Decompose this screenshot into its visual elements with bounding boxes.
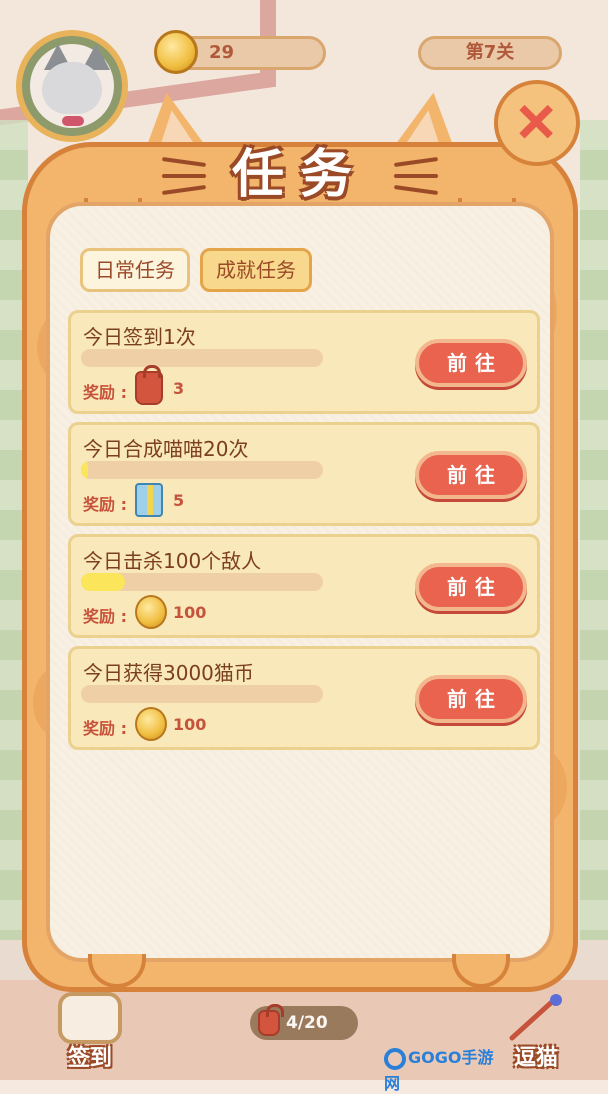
tab-label: 成就任务 bbox=[216, 258, 296, 282]
reward-value: 100 bbox=[173, 715, 207, 734]
task-progress-bar bbox=[81, 349, 323, 367]
level-label: 第7关 bbox=[465, 42, 515, 63]
tease-cat-label: 逗猫 bbox=[513, 1046, 558, 1071]
level-indicator: 第7关 bbox=[418, 36, 562, 70]
task-progress-bar bbox=[81, 685, 323, 703]
watermark-logo-icon bbox=[384, 1047, 406, 1070]
coin-icon bbox=[135, 707, 167, 741]
bag-icon bbox=[135, 365, 163, 405]
go-button[interactable]: 前往 bbox=[415, 339, 527, 387]
reward-label: 奖励 : bbox=[83, 719, 127, 738]
tab-achievement-tasks[interactable]: 成就任务 bbox=[200, 248, 312, 292]
coin-count: 29 bbox=[209, 42, 235, 63]
reward-value: 3 bbox=[173, 379, 185, 398]
task-title: 今日击杀100个敌人 bbox=[83, 549, 262, 573]
reward-label: 奖励 : bbox=[83, 607, 127, 626]
sign-in-button[interactable]: 签到 bbox=[52, 992, 128, 1071]
reward-label: 奖励 : bbox=[83, 383, 127, 402]
go-button[interactable]: 前往 bbox=[415, 451, 527, 499]
tab-label: 日常任务 bbox=[95, 258, 175, 282]
reward-value: 100 bbox=[173, 603, 207, 622]
gift-box-icon bbox=[135, 483, 163, 517]
watermark: GOGO手游网 bbox=[384, 1044, 502, 1093]
tab-daily-tasks[interactable]: 日常任务 bbox=[80, 248, 190, 292]
task-title: 今日获得3000猫币 bbox=[83, 661, 254, 685]
go-button[interactable]: 前往 bbox=[415, 675, 527, 723]
calendar-paw-icon bbox=[58, 992, 122, 1044]
task-progress-fill bbox=[81, 461, 89, 479]
task-title: 今日签到1次 bbox=[83, 325, 196, 349]
task-card: 今日合成喵喵20次 奖励 : 5 前往 bbox=[68, 422, 540, 526]
coin-icon bbox=[154, 30, 198, 74]
reward-label: 奖励 : bbox=[83, 495, 127, 514]
tease-cat-button[interactable]: 逗猫 bbox=[498, 992, 574, 1071]
close-button[interactable]: + bbox=[492, 76, 582, 166]
coin-icon bbox=[135, 595, 167, 629]
modal-title: 任务 bbox=[231, 145, 368, 205]
cat-count: 4/20 bbox=[286, 1013, 328, 1033]
task-progress-fill bbox=[81, 573, 125, 591]
task-card: 今日签到1次 奖励 : 3 前往 bbox=[68, 310, 540, 414]
task-title: 今日合成喵喵20次 bbox=[83, 437, 249, 461]
go-button[interactable]: 前往 bbox=[415, 563, 527, 611]
task-progress-bar bbox=[81, 461, 323, 479]
task-card: 今日击杀100个敌人 奖励 : 100 前往 bbox=[68, 534, 540, 638]
cat-wand-icon bbox=[504, 992, 568, 1044]
task-card: 今日获得3000猫币 奖励 : 100 前往 bbox=[68, 646, 540, 750]
bag-icon bbox=[258, 1004, 284, 1036]
right-rail bbox=[580, 120, 608, 940]
sign-in-label: 签到 bbox=[67, 1046, 112, 1071]
task-progress-bar bbox=[81, 573, 323, 591]
reward-value: 5 bbox=[173, 491, 185, 510]
